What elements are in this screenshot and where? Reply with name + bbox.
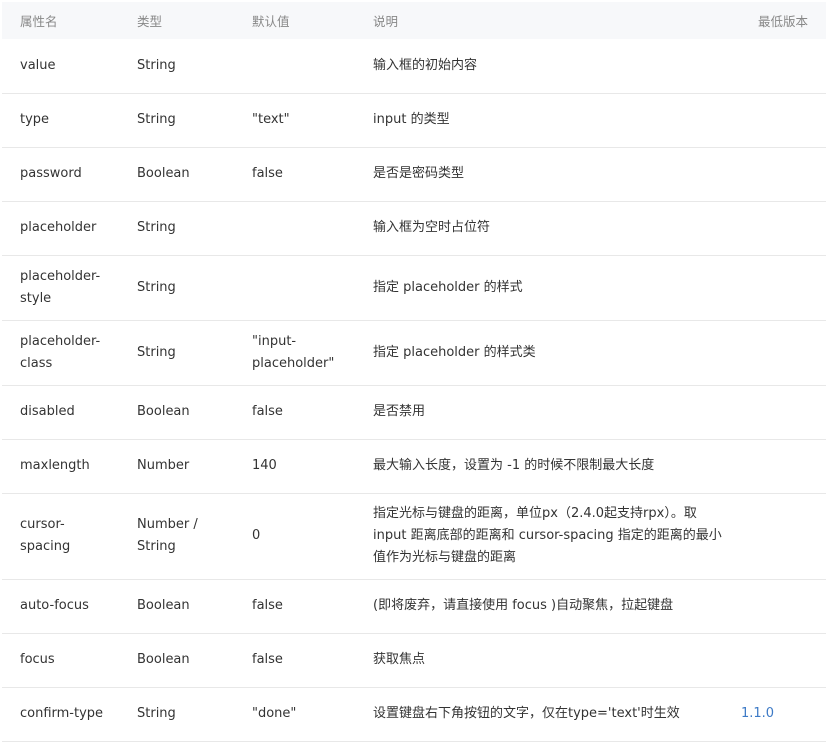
input-attributes-table: 属性名 类型 默认值 说明 最低版本 value String 输入框的初始内容… (2, 2, 826, 742)
cell-version (739, 579, 826, 634)
header-desc: 说明 (355, 2, 739, 39)
cell-name: confirm-type (2, 687, 119, 742)
cell-type: Boolean (119, 385, 234, 440)
cell-desc: 指定 placeholder 的样式 (355, 255, 739, 321)
cell-version (739, 633, 826, 688)
header-name: 属性名 (2, 2, 119, 39)
cell-default: "text" (234, 93, 355, 148)
cell-type: Boolean (119, 633, 234, 688)
cell-default: "input-placeholder" (234, 320, 355, 386)
table-row: type String "text" input 的类型 (2, 93, 826, 148)
cell-desc: 设置键盘右下角按钮的文字，仅在type='text'时生效 (355, 687, 739, 742)
cell-version (739, 93, 826, 148)
table-body: value String 输入框的初始内容 type String "text"… (2, 39, 826, 742)
cell-desc: 最大输入长度，设置为 -1 的时候不限制最大长度 (355, 439, 739, 494)
cell-desc: 输入框的初始内容 (355, 39, 739, 94)
table-header: 属性名 类型 默认值 说明 最低版本 (2, 2, 826, 39)
cell-default: false (234, 633, 355, 688)
table-row: placeholder String 输入框为空时占位符 (2, 201, 826, 256)
table-row: auto-focus Boolean false (即将废弃，请直接使用 foc… (2, 579, 826, 634)
cell-name: value (2, 39, 119, 94)
cell-default: false (234, 579, 355, 634)
cell-type: String (119, 39, 234, 94)
table-row: maxlength Number 140 最大输入长度，设置为 -1 的时候不限… (2, 439, 826, 494)
cell-desc: 是否是密码类型 (355, 147, 739, 202)
table-row: disabled Boolean false 是否禁用 (2, 385, 826, 440)
cell-version (739, 385, 826, 440)
cell-name: cursor-spacing (2, 493, 119, 580)
cell-name: password (2, 147, 119, 202)
cell-default (234, 39, 355, 94)
header-default: 默认值 (234, 2, 355, 39)
cell-name: disabled (2, 385, 119, 440)
cell-type: Number / String (119, 493, 234, 580)
cell-type: String (119, 255, 234, 321)
table-row: focus Boolean false 获取焦点 (2, 633, 826, 688)
cell-version (739, 439, 826, 494)
cell-type: String (119, 201, 234, 256)
table-row: confirm-type String "done" 设置键盘右下角按钮的文字，… (2, 687, 826, 742)
cell-default: 140 (234, 439, 355, 494)
cell-type: Number (119, 439, 234, 494)
cell-type: Boolean (119, 147, 234, 202)
header-version: 最低版本 (739, 2, 826, 39)
cell-version (739, 320, 826, 386)
header-row: 属性名 类型 默认值 说明 最低版本 (2, 2, 826, 39)
cell-desc: 指定 placeholder 的样式类 (355, 320, 739, 386)
cell-name: placeholder-style (2, 255, 119, 321)
cell-version (739, 147, 826, 202)
cell-version (739, 255, 826, 321)
cell-type: String (119, 93, 234, 148)
cell-default: 0 (234, 493, 355, 580)
cell-desc: 是否禁用 (355, 385, 739, 440)
cell-desc: 指定光标与键盘的距离，单位px（2.4.0起支持rpx）。取 input 距离底… (355, 493, 739, 580)
cell-name: placeholder (2, 201, 119, 256)
cell-type: String (119, 687, 234, 742)
cell-desc: 获取焦点 (355, 633, 739, 688)
cell-default (234, 255, 355, 321)
cell-default: false (234, 385, 355, 440)
cell-type: String (119, 320, 234, 386)
cell-default (234, 201, 355, 256)
cell-default: false (234, 147, 355, 202)
table-row: password Boolean false 是否是密码类型 (2, 147, 826, 202)
table-row: placeholder-style String 指定 placeholder … (2, 255, 826, 321)
cell-name: maxlength (2, 439, 119, 494)
table-row: cursor-spacing Number / String 0 指定光标与键盘… (2, 493, 826, 580)
cell-version (739, 493, 826, 580)
cell-name: placeholder-class (2, 320, 119, 386)
cell-type: Boolean (119, 579, 234, 634)
cell-default: "done" (234, 687, 355, 742)
cell-name: focus (2, 633, 119, 688)
cell-version (739, 201, 826, 256)
cell-desc: 输入框为空时占位符 (355, 201, 739, 256)
cell-version (739, 39, 826, 94)
cell-name: auto-focus (2, 579, 119, 634)
header-type: 类型 (119, 2, 234, 39)
cell-name: type (2, 93, 119, 148)
table-row: placeholder-class String "input-placehol… (2, 320, 826, 386)
cell-desc: input 的类型 (355, 93, 739, 148)
version-link[interactable]: 1.1.0 (739, 687, 826, 742)
cell-desc: (即将废弃，请直接使用 focus )自动聚焦，拉起键盘 (355, 579, 739, 634)
table-row: value String 输入框的初始内容 (2, 39, 826, 94)
